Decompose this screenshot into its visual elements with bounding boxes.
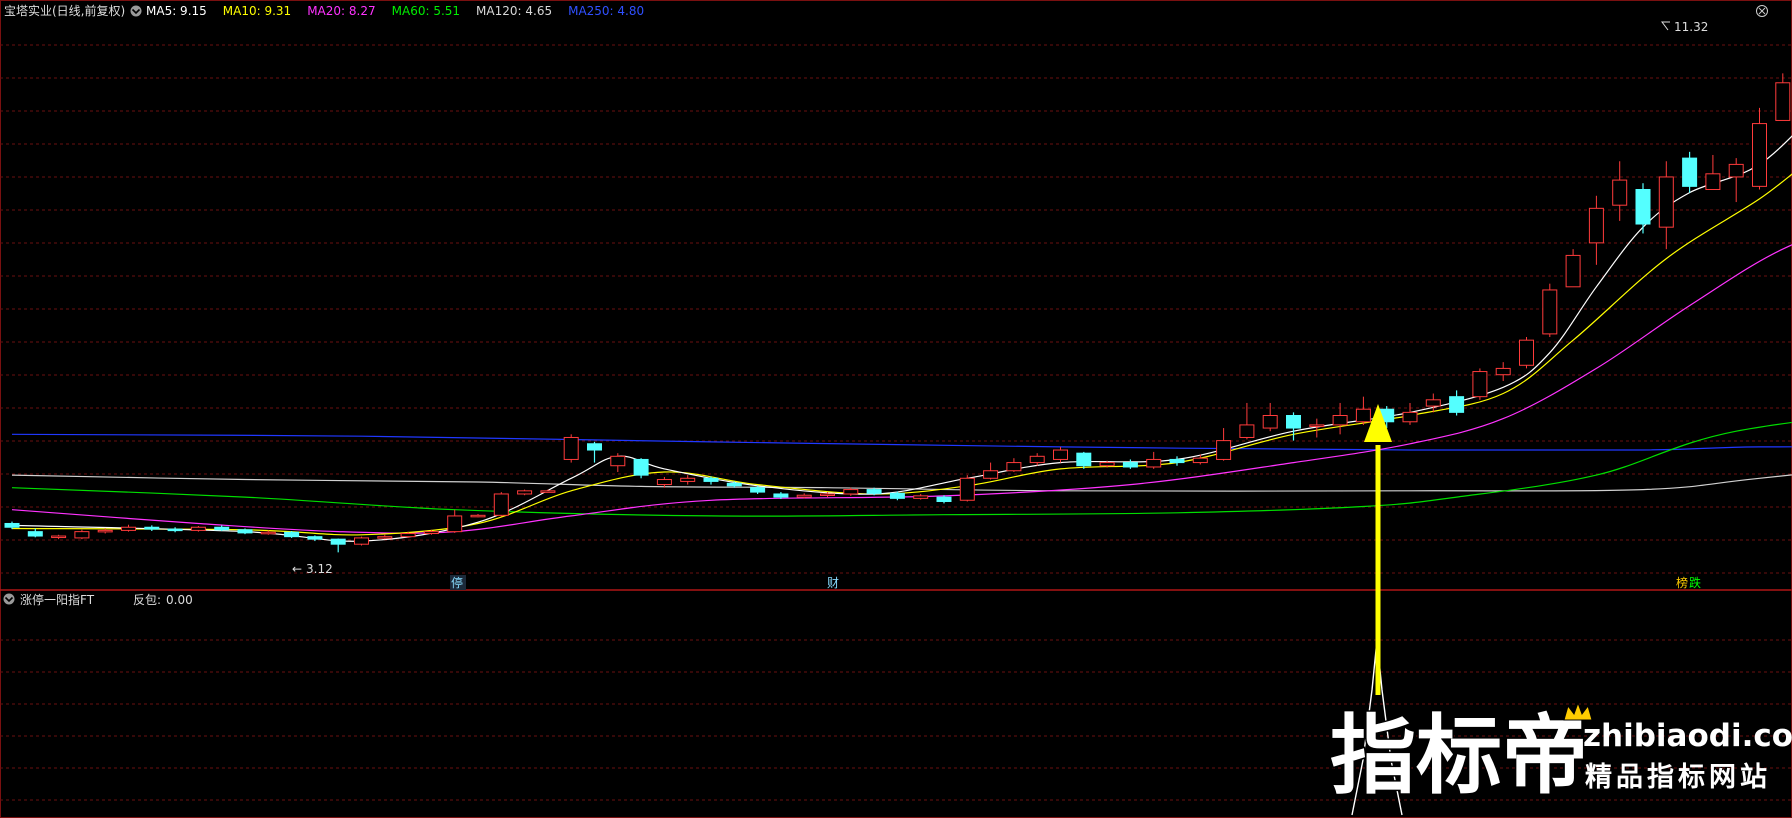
marker-fall: 跌 bbox=[1689, 575, 1701, 590]
stock-chart-window: 11.32 ← 3.12 宝塔实业(日线,前复权) MA5: 9.15 MA10:… bbox=[0, 0, 1792, 818]
svg-text:精品指标网站: 精品指标网站 bbox=[1585, 762, 1771, 793]
candle bbox=[1519, 337, 1534, 369]
candle bbox=[190, 525, 206, 532]
ma-label-ma10: MA10: 9.31 bbox=[223, 4, 291, 18]
candle bbox=[633, 458, 649, 479]
sub-indicator-value: 0.00 bbox=[166, 593, 193, 607]
candle bbox=[1542, 283, 1558, 338]
svg-text:zhibiaodi.com: zhibiaodi.com bbox=[1583, 718, 1792, 754]
candle bbox=[563, 434, 579, 463]
svg-text:3.12: 3.12 bbox=[306, 562, 333, 576]
ma-label-ma60: MA60: 5.51 bbox=[392, 4, 460, 18]
candle bbox=[493, 492, 509, 517]
candle bbox=[284, 531, 300, 538]
candle bbox=[1472, 368, 1488, 400]
marker-list: 榜 bbox=[1676, 575, 1688, 590]
candle bbox=[237, 528, 253, 535]
candle bbox=[959, 475, 975, 502]
candle bbox=[354, 536, 369, 546]
candle bbox=[517, 489, 533, 496]
low-price-label: ← 3.12 bbox=[292, 562, 333, 576]
svg-text:←: ← bbox=[292, 562, 302, 576]
sub-panel-title: 涨停一阳指FT bbox=[20, 592, 95, 607]
candle bbox=[1682, 151, 1698, 193]
stock-name: 宝塔实业(日线,前复权) bbox=[4, 3, 125, 18]
ma-label-ma20: MA20: 8.27 bbox=[307, 4, 375, 18]
svg-text:11.32: 11.32 bbox=[1674, 20, 1708, 34]
ma-label-ma5: MA5: 9.15 bbox=[146, 4, 207, 18]
candle bbox=[74, 529, 90, 540]
ma-label-ma250: MA250: 4.80 bbox=[568, 4, 644, 18]
svg-text:指标帝: 指标帝 bbox=[1330, 706, 1588, 806]
marker-finance: 财 bbox=[827, 576, 839, 590]
header-collapse-icon[interactable] bbox=[130, 5, 142, 17]
ma-label-ma120: MA120: 4.65 bbox=[476, 4, 552, 18]
sub-panel-collapse-icon[interactable] bbox=[3, 593, 15, 605]
marker-stop: 停 bbox=[451, 575, 463, 590]
sub-indicator-label: 反包: bbox=[133, 593, 161, 607]
